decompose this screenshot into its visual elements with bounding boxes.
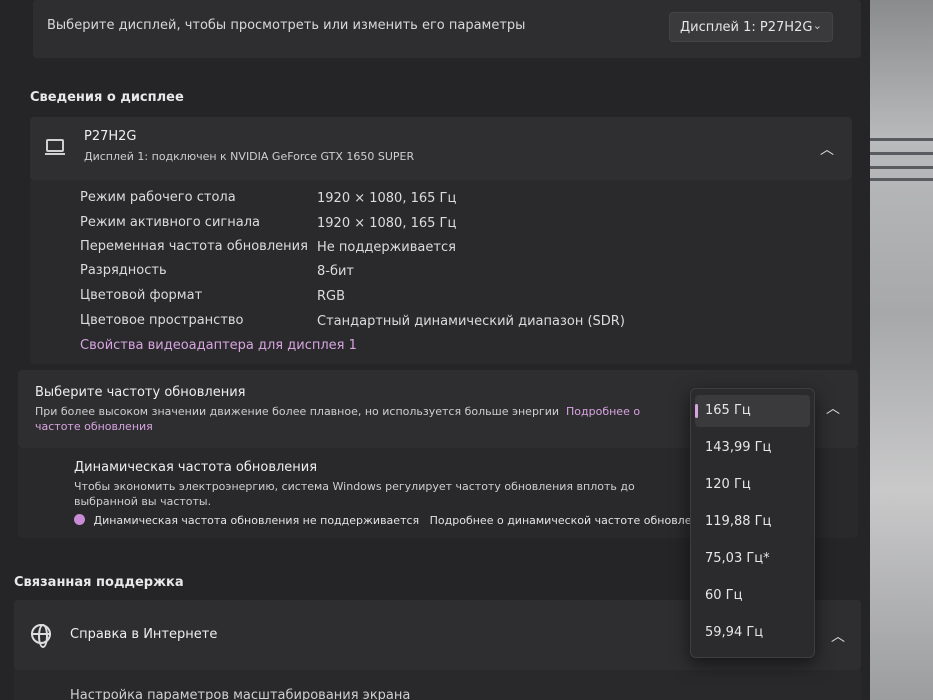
display-select-prompt: Выберите дисплей, чтобы просмотреть или … <box>47 18 526 33</box>
refresh-option-143-99[interactable]: 143,99 Гц <box>691 432 814 464</box>
refresh-rate-description: При более высоком значении движение боле… <box>35 404 675 434</box>
display-info-title: Сведения о дисплее <box>30 90 184 105</box>
info-icon <box>74 514 85 525</box>
globe-icon <box>31 624 51 648</box>
scaling-help-label: Настройка параметров масштабирования экр… <box>70 688 411 700</box>
refresh-rate-desc-text: При более высоком значении движение боле… <box>35 405 560 418</box>
dynamic-refresh-learn-more-link[interactable]: Подробнее о динамической частоте обновле… <box>430 514 713 527</box>
info-label-vrr: Переменная частота обновления <box>80 239 308 254</box>
help-online-label: Справка в Интернете <box>70 627 218 642</box>
dynamic-refresh-title: Динамическая частота обновления <box>74 460 318 475</box>
info-label-color-format: Цветовой формат <box>80 288 203 303</box>
chevron-up-icon[interactable]: ︿ <box>831 626 845 646</box>
refresh-option-119-88[interactable]: 119,88 Гц <box>691 506 814 538</box>
chevron-down-icon: ⌄ <box>812 19 822 32</box>
chevron-up-icon[interactable]: ︿ <box>826 398 840 418</box>
monitor-icon <box>45 139 65 155</box>
display-select-dropdown[interactable]: Дисплей 1: P27H2G ⌄ <box>669 12 833 42</box>
info-label-desktop-mode: Режим рабочего стола <box>80 190 236 205</box>
info-value-vrr: Не поддерживается <box>317 240 456 255</box>
info-value-color-format: RGB <box>317 289 346 304</box>
related-support-title: Связанная поддержка <box>14 575 184 590</box>
dynamic-refresh-warning-text: Динамическая частота обновления не подде… <box>93 514 420 527</box>
settings-window: Выберите дисплей, чтобы просмотреть или … <box>0 0 870 700</box>
display-info-body: Режим рабочего стола 1920 × 1080, 165 Гц… <box>30 180 852 364</box>
chevron-up-icon[interactable]: ︿ <box>820 139 834 159</box>
dynamic-refresh-description: Чтобы экономить электроэнергию, система … <box>74 480 635 508</box>
refresh-option-60[interactable]: 60 Гц <box>691 580 814 612</box>
refresh-option-120[interactable]: 120 Гц <box>691 469 814 501</box>
refresh-option-75-03[interactable]: 75,03 Гц* <box>691 543 814 575</box>
display-select-card: Выберите дисплей, чтобы просмотреть или … <box>33 0 861 58</box>
refresh-option-59-94[interactable]: 59,94 Гц <box>691 617 814 649</box>
info-value-color-space: Стандартный динамический диапазон (SDR) <box>317 314 625 329</box>
info-value-desktop-mode: 1920 × 1080, 165 Гц <box>317 191 457 206</box>
info-label-bit-depth: Разрядность <box>80 263 167 278</box>
display-name: P27H2G <box>84 129 137 144</box>
info-value-active-signal: 1920 × 1080, 165 Гц <box>317 216 457 231</box>
dynamic-refresh-warning: Динамическая частота обновления не подде… <box>74 514 712 527</box>
refresh-option-165[interactable]: 165 Гц <box>695 395 810 427</box>
info-label-color-space: Цветовое пространство <box>80 313 244 328</box>
info-label-active-signal: Режим активного сигнала <box>80 215 260 230</box>
display-select-value: Дисплей 1: P27H2G <box>680 20 813 35</box>
adapter-properties-link[interactable]: Свойства видеоадаптера для дисплея 1 <box>80 338 357 353</box>
scaling-help-card[interactable]: Настройка параметров масштабирования экр… <box>14 670 861 700</box>
refresh-rate-dropdown[interactable]: 165 Гц 143,99 Гц 120 Гц 119,88 Гц 75,03 … <box>690 388 815 658</box>
display-subtitle: Дисплей 1: подключен к NVIDIA GeForce GT… <box>84 150 415 163</box>
refresh-rate-title: Выберите частоту обновления <box>35 385 246 400</box>
background-photo <box>868 0 933 700</box>
display-info-header[interactable]: P27H2G Дисплей 1: подключен к NVIDIA GeF… <box>30 117 852 180</box>
info-value-bit-depth: 8-бит <box>317 264 355 279</box>
